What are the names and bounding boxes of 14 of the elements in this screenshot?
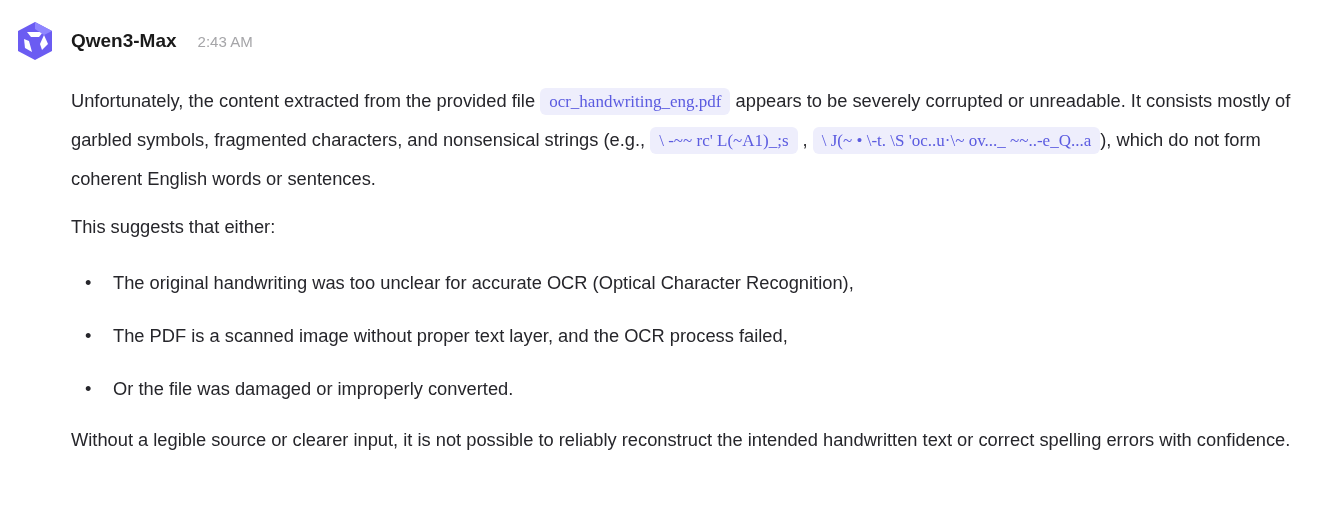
author-name: Qwen3-Max (71, 30, 177, 52)
bullet-item: Or the file was damaged or improperly converted. (113, 376, 514, 401)
inline-code: \ J(~ • \-t. \S 'oc..u·\~ ov..._ ~~..-e_Q...a (812, 127, 1101, 154)
bullet: • (85, 270, 93, 295)
inline-code: ocr_handwriting_eng.pdf (540, 88, 731, 115)
paragraph: This suggests that either: (71, 215, 277, 239)
paragraph: Without a legible source or clearer input, it is not possible to reliably reconstruct the intended handwritten text or correct spelling errors with confidence. (71, 428, 1292, 452)
inline-code: \ -~~ rc' L(~A1)_;s (650, 127, 798, 154)
bullet: • (85, 376, 93, 401)
paragraph: Unfortunately, the content extracted from the provided file ocr_handwriting_eng.pdf appears to be severely corrupted or unreadable. It consists mostly of garbled symbols, fragmented characters, and nonsensical strings (e.g., \ -~~ rc' L(~A1)_;s , \ J(~ • \-t. \S 'oc..u·\~ ov..._ ~~..-e_Q...a ), which do not form coherent English words or sentences. (71, 87, 1292, 191)
bullet: • (85, 323, 93, 348)
bullet-item: The original handwriting was too unclear for accurate OCR (Optical Character Recognition), (113, 270, 854, 295)
bullet-item: The PDF is a scanned image without proper text layer, and the OCR process failed, (113, 323, 788, 348)
message-time: 2:43 AM (197, 32, 253, 50)
